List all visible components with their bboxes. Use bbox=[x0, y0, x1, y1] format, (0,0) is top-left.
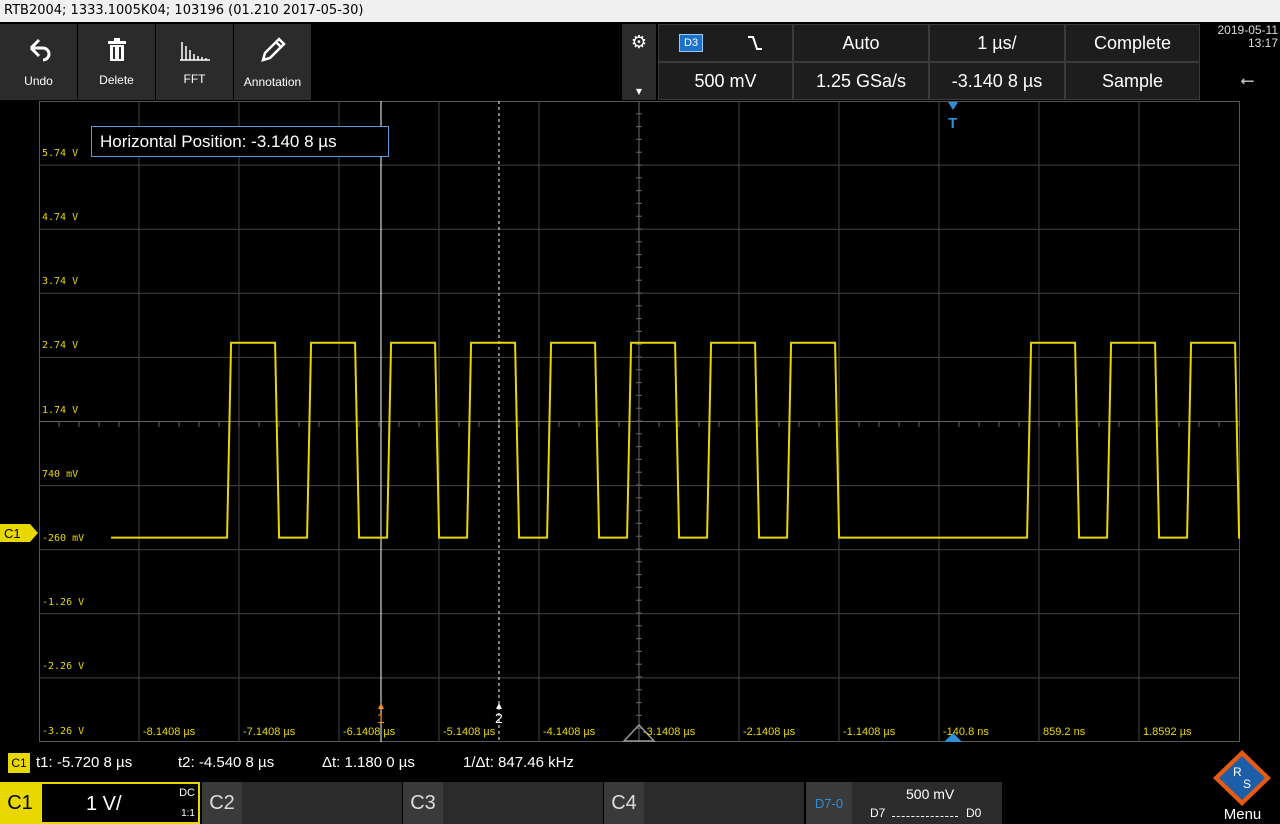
sample-rate[interactable]: 1.25 GSa/s bbox=[793, 62, 929, 100]
trash-icon bbox=[107, 38, 126, 61]
cursor-arrow-1 bbox=[378, 703, 384, 709]
menu-label: Menu bbox=[1223, 806, 1262, 823]
instrument-title-bar: RTB2004; 1333.1005K04; 103196 (01.210 20… bbox=[0, 0, 1280, 22]
c1-scale: 1 V/ bbox=[86, 793, 122, 815]
x-label: -1.1408 µs bbox=[843, 726, 896, 738]
cursor-inverse-delta-t: 1/Δt: 847.46 kHz bbox=[463, 754, 574, 771]
cursor-measurement-bar: C1 t1: -5.720 8 µs t2: -4.540 8 µs Δt: 1… bbox=[0, 744, 1280, 782]
x-label: -2.1408 µs bbox=[743, 726, 796, 738]
channel-badge: D3 bbox=[679, 34, 704, 52]
y-label: 740 mV bbox=[42, 469, 79, 480]
timebase[interactable]: 1 µs/ bbox=[929, 24, 1065, 62]
c1-probe-ratio: 1:1 bbox=[181, 808, 195, 819]
undo-button[interactable]: Undo bbox=[0, 24, 78, 100]
svg-text:R: R bbox=[1233, 765, 1242, 779]
delete-label: Delete bbox=[99, 73, 134, 87]
trigger-mode[interactable]: Auto bbox=[793, 24, 929, 62]
channel-select[interactable]: D3 bbox=[658, 24, 793, 62]
cursor-marker-2: 2 bbox=[495, 710, 503, 726]
y-label: -2.26 V bbox=[42, 661, 85, 672]
y-label: -3.26 V bbox=[42, 726, 85, 737]
cursor-marker-1: 1 bbox=[377, 710, 385, 726]
horizontal-position-label: -3.140 8 µs bbox=[951, 70, 1043, 91]
undo-label: Undo bbox=[24, 74, 53, 88]
digital-bus-line bbox=[892, 816, 958, 817]
x-label: -3.1408 µs bbox=[643, 726, 696, 738]
channel-c1-settings[interactable]: 1 V/ DC 1:1 bbox=[40, 782, 200, 824]
cursor-delta-t: Δt: 1.180 0 µs bbox=[322, 754, 415, 771]
annotation-button[interactable]: Annotation bbox=[234, 24, 312, 100]
vertical-scale-label: 500 mV bbox=[694, 70, 757, 91]
x-label: 859.2 ns bbox=[1043, 726, 1086, 738]
x-label: -6.1408 µs bbox=[343, 726, 396, 738]
acquisition-mode[interactable]: Sample bbox=[1065, 62, 1200, 100]
menu-button[interactable]: R S Menu bbox=[1205, 744, 1280, 824]
sample-rate-label: 1.25 GSa/s bbox=[815, 70, 907, 91]
cursor-t1: t1: -5.720 8 µs bbox=[36, 754, 133, 771]
fft-spectrum-icon bbox=[179, 42, 210, 61]
horizontal-position-info: Horizontal Position: -3.140 8 µs bbox=[91, 126, 389, 157]
digital-msb: D7 bbox=[870, 806, 886, 820]
x-label: -4.1408 µs bbox=[543, 726, 596, 738]
usb-icon: ⭠ bbox=[1240, 70, 1255, 91]
channel-c3-settings[interactable] bbox=[443, 782, 603, 824]
horizontal-position[interactable]: -3.140 8 µs bbox=[929, 62, 1065, 100]
cursor-source-badge: C1 bbox=[8, 753, 30, 773]
channel-c2-settings[interactable] bbox=[242, 782, 402, 824]
channel-c4-settings[interactable] bbox=[644, 782, 804, 824]
x-label: -140.8 ns bbox=[943, 726, 989, 738]
digital-lsb: D0 bbox=[966, 806, 982, 820]
y-label: 5.74 V bbox=[42, 148, 79, 159]
y-label: 3.74 V bbox=[42, 276, 79, 287]
chevron-down-icon: ▼ bbox=[635, 87, 643, 96]
time-label: 13:17 bbox=[1247, 36, 1278, 50]
fft-button[interactable]: FFT bbox=[156, 24, 234, 100]
gear-icon: ⚙ bbox=[630, 32, 648, 53]
timebase-label: 1 µs/ bbox=[977, 32, 1017, 53]
acquisition-state[interactable]: Complete bbox=[1065, 24, 1200, 62]
x-label: -7.1408 µs bbox=[243, 726, 296, 738]
acq-mode-label: Sample bbox=[1101, 70, 1164, 91]
channel-bar: C1 1 V/ DC 1:1 C2 C3 C4 D7-0 500 mV D7 D… bbox=[0, 782, 1205, 824]
delete-button[interactable]: Delete bbox=[78, 24, 156, 100]
trigger-position-marker bbox=[948, 102, 959, 110]
y-label: 4.74 V bbox=[42, 212, 79, 223]
y-label: -260 mV bbox=[42, 533, 85, 544]
channel-c1-button[interactable]: C1 bbox=[0, 782, 40, 824]
c1-offset-marker[interactable]: C1 bbox=[0, 524, 38, 542]
datetime: 2019-05-11 13:17 bbox=[1200, 24, 1279, 50]
fft-label: FFT bbox=[183, 72, 206, 86]
y-label: 1.74 V bbox=[42, 405, 79, 416]
cursor-arrow-2 bbox=[496, 703, 502, 709]
digital-threshold: 500 mV bbox=[906, 786, 955, 802]
channel-c4-button[interactable]: C4 bbox=[604, 782, 644, 824]
trigger-label: T bbox=[948, 115, 957, 132]
acq-state-label: Complete bbox=[1093, 32, 1172, 53]
vertical-scale[interactable]: 500 mV bbox=[658, 62, 793, 100]
channel-c3-button[interactable]: C3 bbox=[403, 782, 443, 824]
x-label: -8.1408 µs bbox=[143, 726, 196, 738]
x-label: 1.8592 µs bbox=[1143, 726, 1192, 738]
c1-waveform-trace bbox=[111, 341, 1240, 539]
cursor-t2: t2: -4.540 8 µs bbox=[178, 754, 275, 771]
y-label: -1.26 V bbox=[42, 597, 85, 608]
digital-channels-settings[interactable]: 500 mV D7 D0 bbox=[852, 782, 1002, 824]
svg-text:C1: C1 bbox=[4, 526, 21, 541]
x-label: -5.1408 µs bbox=[443, 726, 496, 738]
svg-text:S: S bbox=[1243, 777, 1251, 791]
undo-icon bbox=[29, 38, 50, 62]
c1-coupling: DC bbox=[179, 787, 195, 799]
waveform-display[interactable]: 1 2 T bbox=[39, 101, 1240, 742]
rs-logo-icon: R S bbox=[1213, 750, 1271, 806]
annotation-label: Annotation bbox=[243, 75, 302, 89]
pencil-icon bbox=[260, 37, 286, 62]
digital-channels-button[interactable]: D7-0 bbox=[806, 782, 852, 824]
y-label: 2.74 V bbox=[42, 340, 79, 351]
channel-c2-button[interactable]: C2 bbox=[202, 782, 242, 824]
falling-edge-icon bbox=[748, 36, 763, 50]
trigger-mode-label: Auto bbox=[842, 32, 880, 53]
settings-gear-button[interactable]: ⚙ ▼ bbox=[622, 24, 656, 100]
instrument-title: RTB2004; 1333.1005K04; 103196 (01.210 20… bbox=[4, 3, 364, 18]
